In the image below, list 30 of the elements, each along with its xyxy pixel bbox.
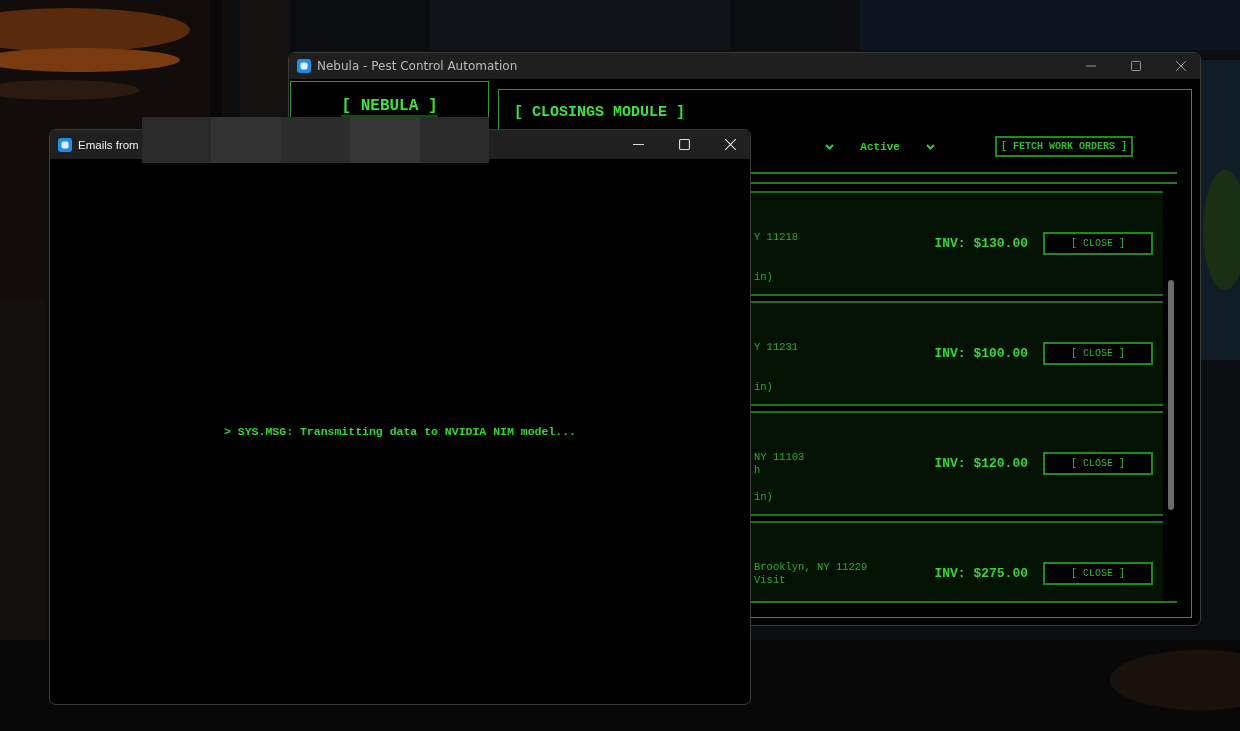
invoice-amount: INV: $100.00 bbox=[934, 346, 1028, 361]
status-message: > SYS.MSG: Transmitting data to NVIDIA NIM model... bbox=[224, 425, 576, 438]
invoice-amount: INV: $120.00 bbox=[934, 456, 1028, 471]
duration-text: in) bbox=[754, 491, 774, 504]
chevron-down-icon[interactable] bbox=[925, 143, 935, 150]
app-icon bbox=[58, 137, 72, 152]
chevron-down-icon[interactable] bbox=[825, 143, 835, 150]
close-order-button[interactable]: [ CLOSE ] bbox=[1043, 342, 1153, 365]
close-icon[interactable] bbox=[1176, 61, 1186, 71]
fetch-button[interactable]: [ FETCH WORK ORDERS ] bbox=[994, 136, 1133, 157]
close-order-button[interactable]: [ CLOSE ] bbox=[1043, 232, 1153, 255]
scrollbar-thumb[interactable] bbox=[1168, 280, 1174, 510]
service-text: h bbox=[754, 464, 762, 477]
duration-text: in) bbox=[754, 381, 774, 394]
address-text: NY 11103 bbox=[754, 451, 805, 464]
duration-text: in) bbox=[754, 271, 774, 284]
close-order-button[interactable]: [ CLOSE ] bbox=[1043, 562, 1153, 585]
address-text: Brooklyn, NY 11229 bbox=[754, 561, 868, 574]
service-text: Visit bbox=[754, 574, 787, 587]
status-filter[interactable]: Active bbox=[860, 140, 900, 153]
invoice-amount: INV: $130.00 bbox=[934, 236, 1028, 251]
invoice-amount: INV: $275.00 bbox=[934, 566, 1028, 581]
maximize-icon[interactable] bbox=[1131, 61, 1141, 71]
app-icon bbox=[297, 59, 311, 73]
address-text: Y 11218 bbox=[754, 231, 799, 244]
window-title: Nebula - Pest Control Automation bbox=[317, 59, 518, 73]
window-title: Emails from bbox=[78, 138, 139, 151]
module-title: [ CLOSINGS MODULE ] bbox=[514, 104, 687, 121]
address-text: Y 11231 bbox=[754, 341, 799, 354]
close-order-button[interactable]: [ CLOSE ] bbox=[1043, 452, 1153, 475]
